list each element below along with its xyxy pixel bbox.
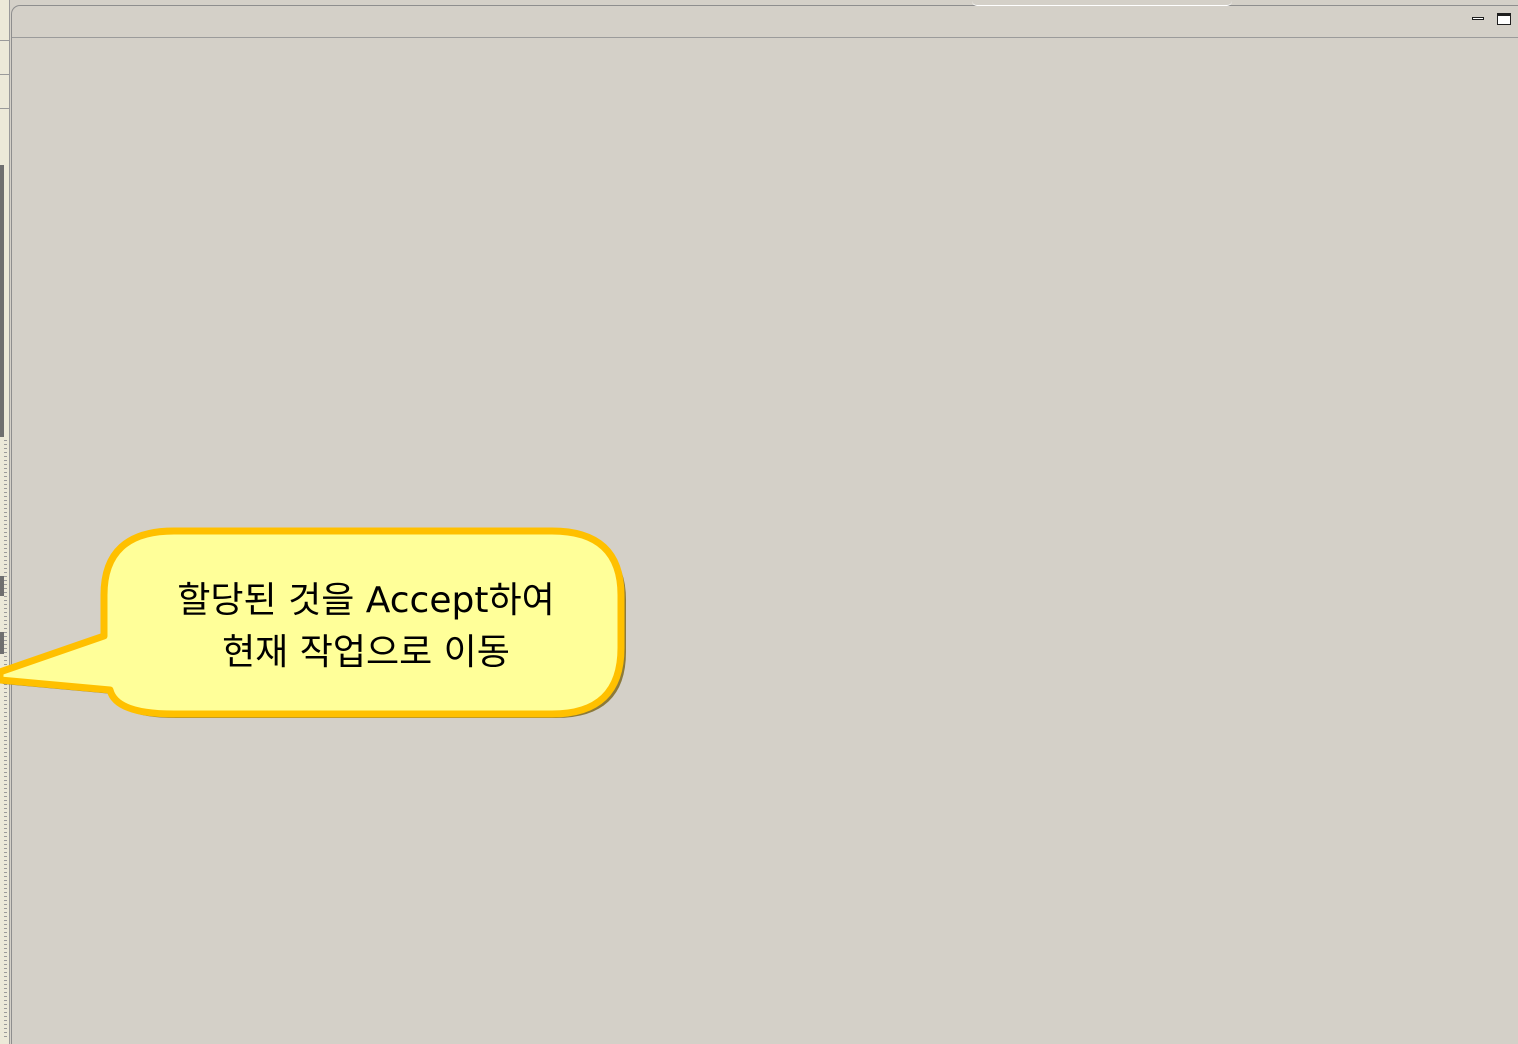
minimize-icon: [1472, 17, 1484, 20]
view-pane: [11, 5, 1518, 1044]
maximize-button[interactable]: [1496, 12, 1513, 27]
separator-line: [0, 40, 9, 41]
minimize-button[interactable]: [1470, 12, 1486, 26]
maximize-icon: [1497, 13, 1511, 25]
adjacent-view-edge: [0, 0, 10, 1044]
callout-line-1: 할당된 것을 Accept하여: [177, 580, 555, 621]
callout-line-2: 현재 작업으로 이동: [222, 632, 510, 673]
tab-edge-highlight: [972, 1, 1232, 6]
scroll-track: [4, 440, 7, 1040]
callout-text: 할당된 것을 Accept하여 현재 작업으로 이동: [118, 575, 614, 679]
workbench-window: 할당된 것을 Accept하여 현재 작업으로 이동: [0, 0, 1518, 1044]
scrollbar-thumb[interactable]: [0, 165, 4, 437]
view-toolbar: [12, 5, 1518, 38]
separator-line: [0, 108, 9, 109]
separator-line: [0, 74, 9, 75]
